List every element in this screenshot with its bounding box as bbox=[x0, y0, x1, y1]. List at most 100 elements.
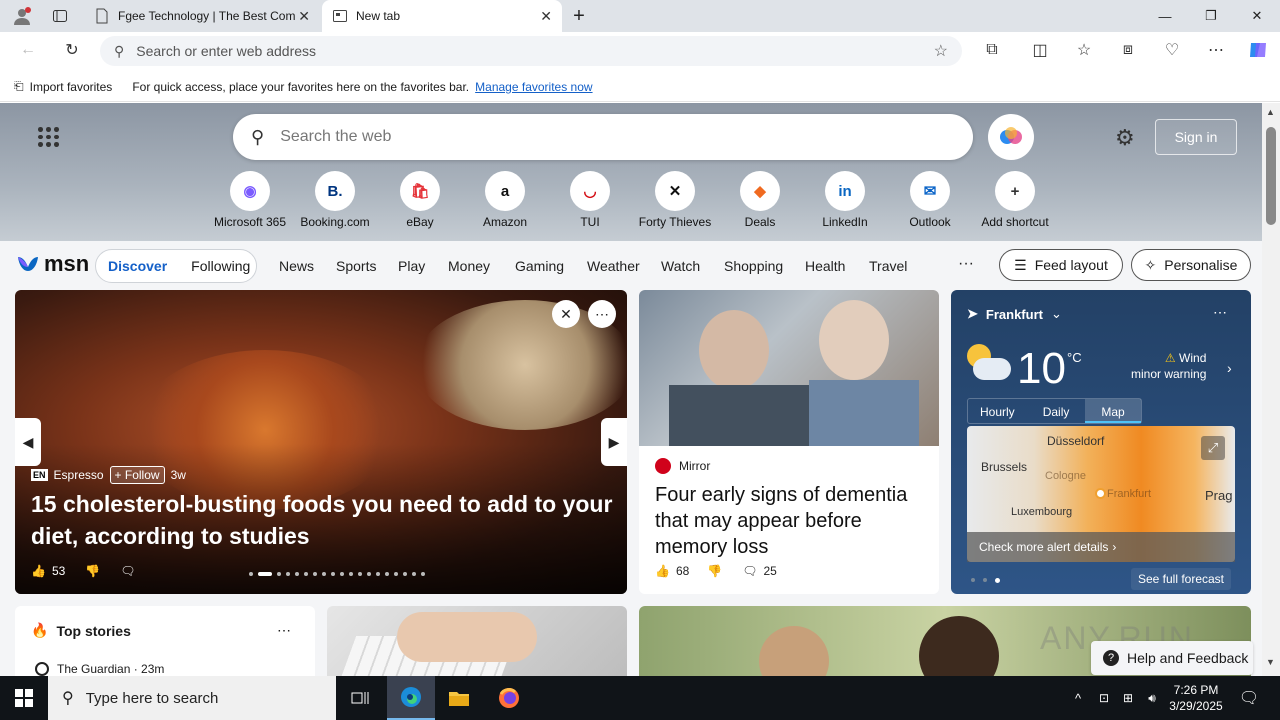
nav-money[interactable]: Money bbox=[448, 258, 490, 274]
favorite-star-icon[interactable]: ☆ bbox=[934, 41, 948, 61]
like-icon[interactable]: 👍 bbox=[31, 564, 46, 578]
favorites-icon[interactable]: ☆ bbox=[1070, 36, 1098, 64]
next-arrow-icon[interactable]: ▶ bbox=[601, 418, 627, 466]
split-screen-icon[interactable]: ◫ bbox=[1026, 36, 1054, 64]
mirror-article-card[interactable]: Mirror Four early signs of dementia that… bbox=[639, 290, 939, 594]
web-search-box[interactable]: ⚲ Search the web bbox=[233, 114, 973, 160]
comment-icon[interactable]: 🗨 bbox=[742, 564, 757, 578]
taskbar-search-input[interactable]: Type here to search bbox=[86, 690, 219, 707]
nav-more-button[interactable]: ··· bbox=[958, 255, 974, 273]
scroll-down-icon[interactable]: ▼ bbox=[1266, 657, 1275, 667]
web-search-input[interactable]: Search the web bbox=[280, 128, 391, 146]
expand-icon[interactable]: ⤢ bbox=[1201, 436, 1225, 460]
nav-weather[interactable]: Weather bbox=[587, 258, 640, 274]
firefox-icon[interactable] bbox=[485, 676, 533, 720]
msn-logo[interactable]: msn bbox=[16, 251, 89, 277]
tab-hourly[interactable]: Hourly bbox=[968, 399, 1027, 423]
tab-fgee[interactable]: Fgee Technology | The Best Com ✕ bbox=[84, 0, 320, 32]
settings-icon[interactable]: ⚙ bbox=[1115, 125, 1135, 151]
tab-daily[interactable]: Daily bbox=[1027, 399, 1086, 423]
alert-details-bar[interactable]: Check more alert details › bbox=[967, 532, 1235, 562]
address-input[interactable]: Search or enter web address bbox=[136, 43, 933, 59]
nav-watch[interactable]: Watch bbox=[661, 258, 700, 274]
volume-icon[interactable]: 🔊︎ bbox=[1140, 676, 1164, 720]
top-stories-more-icon[interactable]: ⋯ bbox=[277, 622, 291, 639]
address-bar[interactable]: ⚲ Search or enter web address ☆ bbox=[100, 36, 962, 66]
sign-in-button[interactable]: Sign in bbox=[1155, 119, 1237, 155]
nav-play[interactable]: Play bbox=[398, 258, 425, 274]
tray-chevron-icon[interactable]: ^ bbox=[1066, 676, 1090, 720]
dismiss-button[interactable]: ✕ bbox=[552, 300, 580, 328]
see-full-forecast-button[interactable]: See full forecast bbox=[1131, 568, 1231, 590]
hero-headline[interactable]: 15 cholesterol-busting foods you need to… bbox=[31, 488, 621, 552]
back-icon[interactable]: ← bbox=[14, 36, 42, 64]
tab-new-tab[interactable]: New tab ✕ bbox=[322, 0, 562, 32]
weather-more-icon[interactable]: ⋯ bbox=[1213, 304, 1227, 321]
dislike-icon[interactable]: 👎 bbox=[85, 564, 100, 578]
mirror-source[interactable]: Mirror bbox=[679, 459, 710, 473]
feed-layout-button[interactable]: ☰ Feed layout bbox=[999, 249, 1123, 281]
restore-button[interactable]: ❐ bbox=[1188, 0, 1234, 32]
shortcut-amazon[interactable]: a Amazon bbox=[465, 171, 545, 229]
extensions-icon[interactable]: ⧉ bbox=[978, 36, 1006, 64]
edge-taskbar-icon[interactable] bbox=[387, 676, 435, 720]
follow-button[interactable]: + Follow bbox=[109, 466, 165, 484]
shortcut-deals[interactable]: ◆ Deals bbox=[720, 171, 800, 229]
refresh-icon[interactable]: ↻ bbox=[58, 36, 86, 64]
hero-source[interactable]: Espresso bbox=[54, 468, 104, 482]
tab-discover[interactable]: Discover bbox=[96, 258, 179, 274]
shortcut-add-shortcut[interactable]: + Add shortcut bbox=[975, 171, 1055, 229]
nav-news[interactable]: News bbox=[279, 258, 314, 274]
clock[interactable]: 7:26 PM 3/29/2025 bbox=[1166, 676, 1226, 720]
tab-following[interactable]: Following bbox=[179, 258, 262, 274]
shortcut-linkedin[interactable]: in LinkedIn bbox=[805, 171, 885, 229]
like-icon[interactable]: 👍 bbox=[655, 564, 670, 578]
nav-travel[interactable]: Travel bbox=[869, 258, 907, 274]
taskbar-search[interactable]: ⚲ Type here to search bbox=[48, 676, 336, 720]
weather-alert[interactable]: ⚠ Wind minor warning bbox=[1131, 350, 1206, 382]
mirror-headline[interactable]: Four early signs of dementia that may ap… bbox=[655, 482, 927, 560]
shortcut-ebay[interactable]: 🛍 eBay bbox=[380, 171, 460, 229]
task-view-icon[interactable] bbox=[336, 676, 384, 720]
top-story-source[interactable]: The Guardian · 23m bbox=[57, 662, 164, 676]
weather-location[interactable]: ➤ Frankfurt ⌄ bbox=[967, 306, 1062, 322]
close-tab-icon[interactable]: ✕ bbox=[298, 8, 310, 25]
more-menu-icon[interactable]: ⋯ bbox=[1202, 36, 1230, 64]
tab-map[interactable]: Map bbox=[1085, 399, 1141, 423]
manage-favorites-link[interactable]: Manage favorites now bbox=[475, 80, 592, 94]
scroll-up-icon[interactable]: ▲ bbox=[1266, 107, 1275, 117]
copilot-icon[interactable] bbox=[1244, 36, 1272, 64]
page-scrollbar[interactable]: ▲ ▼ bbox=[1262, 103, 1280, 676]
tab-actions-icon[interactable] bbox=[40, 0, 80, 32]
copilot-button[interactable] bbox=[988, 114, 1034, 160]
shortcut-microsoft-365[interactable]: ◉ Microsoft 365 bbox=[210, 171, 290, 229]
nav-gaming[interactable]: Gaming bbox=[515, 258, 564, 274]
file-explorer-icon[interactable] bbox=[435, 676, 483, 720]
weather-map[interactable]: Düsseldorf Brussels Luxembourg Prag Colo… bbox=[967, 426, 1235, 562]
shortcut-outlook[interactable]: ✉ Outlook bbox=[890, 171, 970, 229]
weather-card[interactable]: ➤ Frankfurt ⌄ ⋯ 10 °C ⚠ Wind minor warni… bbox=[951, 290, 1251, 594]
notifications-icon[interactable]: 🗨 bbox=[1232, 676, 1266, 720]
shortcut-forty-thieves[interactable]: ✕ Forty Thieves bbox=[635, 171, 715, 229]
chevron-right-icon[interactable]: › bbox=[1227, 360, 1232, 376]
collections-icon[interactable]: ⧈ bbox=[1114, 36, 1142, 64]
minimize-button[interactable]: — bbox=[1142, 0, 1188, 32]
shortcut-tui[interactable]: ◡ TUI bbox=[550, 171, 630, 229]
hero-article-card[interactable]: ✕ ⋯ ◀ ▶ EN Espresso + Follow 3w 15 chole… bbox=[15, 290, 627, 594]
new-tab-button[interactable]: + bbox=[564, 0, 594, 32]
browser-essentials-icon[interactable]: ♡ bbox=[1158, 36, 1186, 64]
nav-health[interactable]: Health bbox=[805, 258, 845, 274]
profile-icon[interactable] bbox=[0, 0, 44, 32]
nav-shopping[interactable]: Shopping bbox=[724, 258, 783, 274]
help-feedback-button[interactable]: ? Help and Feedback bbox=[1091, 641, 1253, 675]
apps-launcher-icon[interactable] bbox=[38, 127, 59, 147]
more-options-button[interactable]: ⋯ bbox=[588, 300, 616, 328]
shortcut-booking-com[interactable]: B. Booking.com bbox=[295, 171, 375, 229]
keyboard-article-card[interactable] bbox=[327, 606, 627, 676]
nav-sports[interactable]: Sports bbox=[336, 258, 376, 274]
start-button[interactable] bbox=[0, 676, 48, 720]
close-tab-icon[interactable]: ✕ bbox=[540, 8, 552, 25]
network-icon[interactable]: ⊞ bbox=[1116, 676, 1140, 720]
previous-arrow-icon[interactable]: ◀ bbox=[15, 418, 41, 466]
tray-device-icon[interactable]: ⊡ bbox=[1092, 676, 1116, 720]
